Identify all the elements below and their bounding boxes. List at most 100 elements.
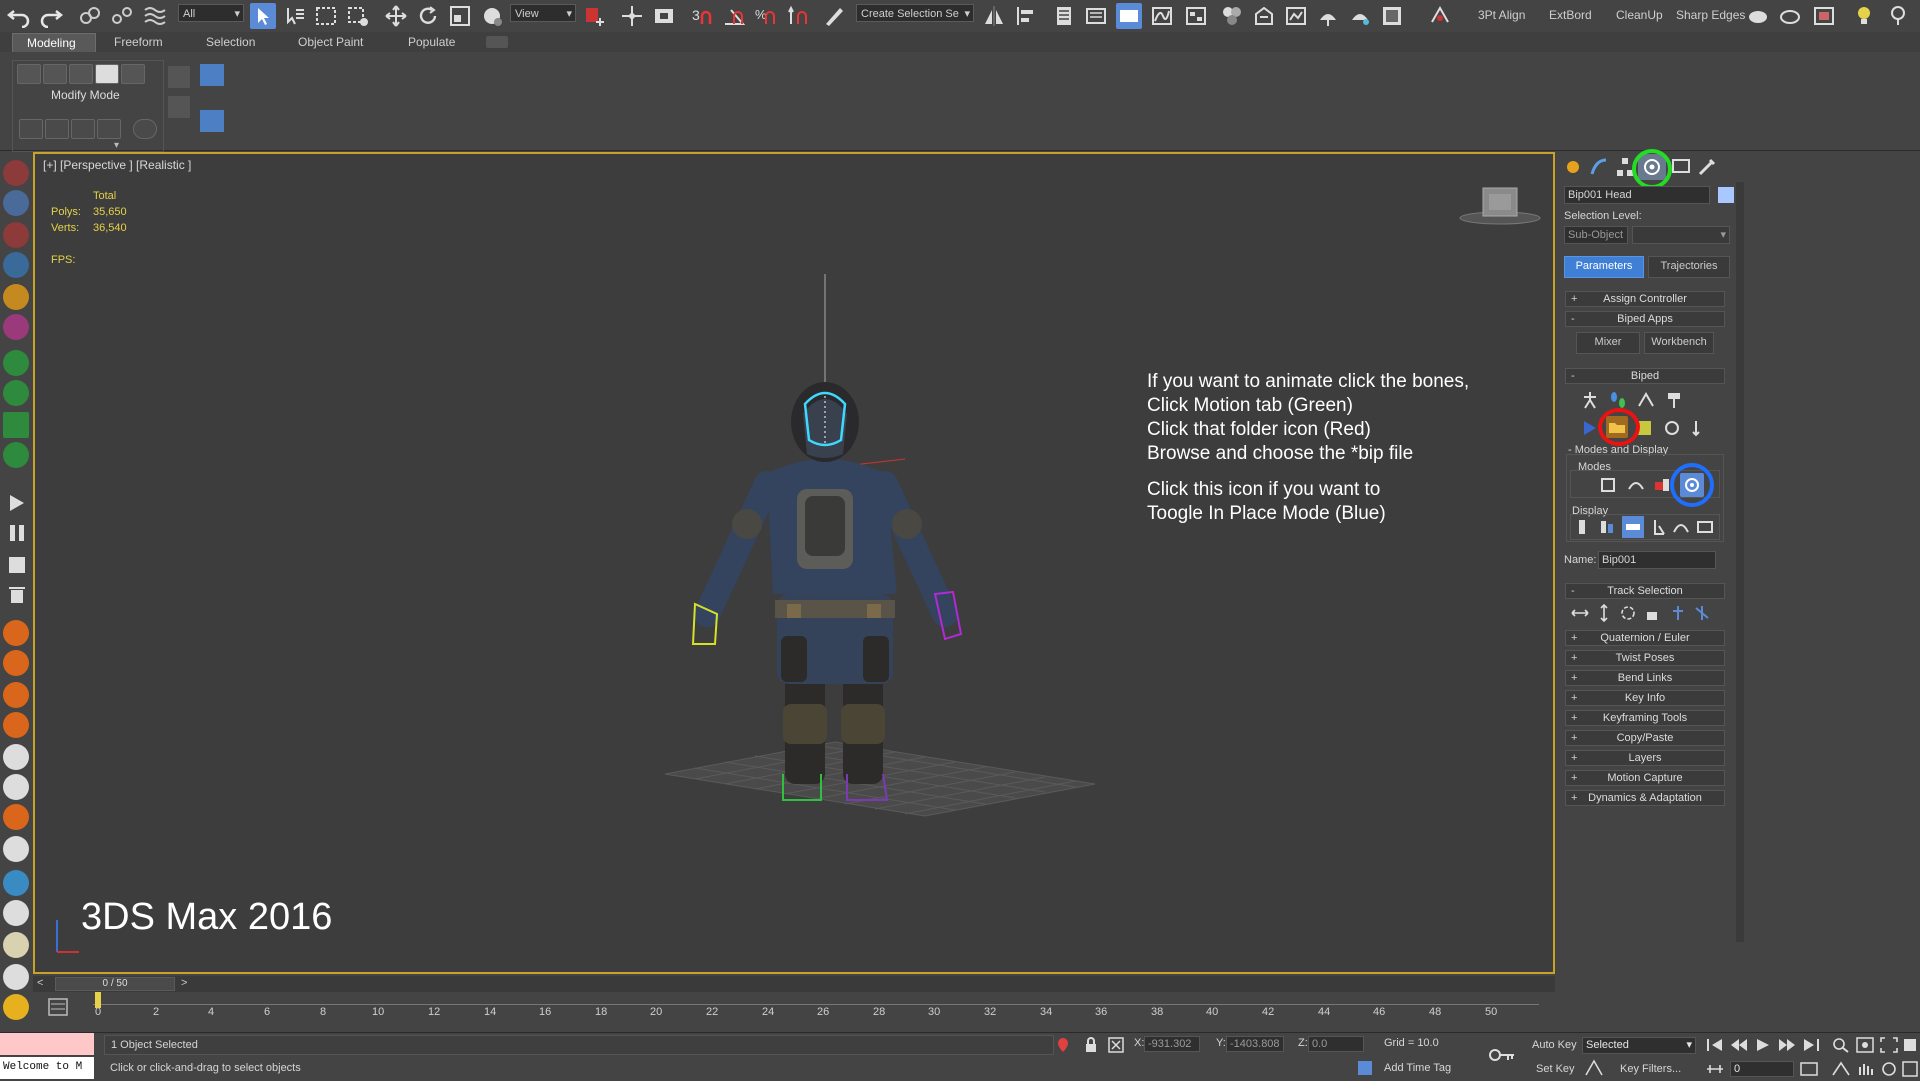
- material-editor-icon[interactable]: [1220, 4, 1244, 31]
- ribbon-side-3-icon[interactable]: [200, 64, 224, 86]
- active-shade-icon[interactable]: [1380, 4, 1404, 31]
- selection-filter-dropdown[interactable]: All ▾: [178, 4, 244, 22]
- selection-lock-icon[interactable]: [1084, 1037, 1098, 1056]
- object-name-field[interactable]: Bip001 Head: [1564, 186, 1710, 204]
- rollout-keyframing-tools[interactable]: + Keyframing Tools: [1565, 710, 1725, 726]
- ribbon-tool-5-icon[interactable]: [133, 119, 157, 139]
- perspective-viewport[interactable]: [+] [Perspective ] [Realistic ] Total Po…: [33, 152, 1555, 974]
- keyboard-shortcut-icon[interactable]: [652, 4, 676, 31]
- select-manipulate-icon[interactable]: [620, 4, 644, 31]
- show-in-front-button[interactable]: [1622, 516, 1644, 538]
- modify-tab-icon[interactable]: [1588, 156, 1610, 181]
- layer-manager-icon[interactable]: [1052, 4, 1076, 31]
- snaps-toggle-icon[interactable]: 3: [690, 4, 714, 31]
- tab-modeling[interactable]: Modeling: [12, 33, 96, 52]
- strip-tool-18-icon[interactable]: [3, 836, 29, 862]
- edit-named-selection-icon[interactable]: [822, 4, 846, 31]
- zoom-extents-all-icon[interactable]: [1902, 1037, 1918, 1056]
- fire-tool-4-icon[interactable]: [3, 712, 29, 738]
- ribbon-tool-4-icon[interactable]: [97, 119, 121, 139]
- select-by-name-icon[interactable]: [282, 4, 306, 31]
- ribbon-tool-3-icon[interactable]: [71, 119, 95, 139]
- workbench-button[interactable]: Workbench: [1644, 332, 1714, 354]
- cloud-outline-icon[interactable]: [1778, 4, 1802, 31]
- strip-tool-4-icon[interactable]: [3, 252, 29, 278]
- y-coordinate-field[interactable]: -1403.808: [1226, 1036, 1284, 1052]
- move-all-mode-icon[interactable]: [1686, 418, 1706, 441]
- align-icon[interactable]: [1014, 4, 1038, 31]
- rollout-motion-capture[interactable]: + Motion Capture: [1565, 770, 1725, 786]
- plugin-sharp-edges-label[interactable]: Sharp Edges: [1676, 8, 1745, 22]
- bind-spacewarp-icon[interactable]: [142, 4, 166, 31]
- orbit-icon[interactable]: [1880, 1061, 1898, 1080]
- display-keys-icon[interactable]: [1696, 518, 1714, 539]
- maxscript-listener-top[interactable]: [0, 1033, 94, 1055]
- ribbon-options-icon[interactable]: [486, 36, 508, 48]
- absolute-mode-icon[interactable]: [1108, 1037, 1124, 1056]
- field-of-view-icon[interactable]: [1832, 1061, 1850, 1080]
- plugin-cleanup-label[interactable]: CleanUp: [1616, 8, 1663, 22]
- rollout-track-selection[interactable]: - Track Selection: [1565, 583, 1725, 599]
- create-tab-icon[interactable]: [1562, 156, 1584, 181]
- strip-tool-7-icon[interactable]: [3, 350, 29, 376]
- render-production-icon[interactable]: [1316, 4, 1340, 31]
- time-slider-next-icon[interactable]: >: [181, 977, 187, 989]
- mixer-button[interactable]: Mixer: [1576, 332, 1640, 354]
- render-setup-icon[interactable]: [1252, 4, 1276, 31]
- body-horizontal-icon[interactable]: [1570, 604, 1590, 625]
- rollout-copy-paste[interactable]: + Copy/Paste: [1565, 730, 1725, 746]
- strip-tool-2-icon[interactable]: [3, 190, 29, 216]
- display-trajectories-icon[interactable]: [1672, 518, 1690, 539]
- sub-object-button[interactable]: Sub-Object: [1564, 226, 1628, 244]
- spinner-snap-icon[interactable]: [786, 4, 810, 31]
- strip-tool-9-icon[interactable]: [3, 412, 29, 438]
- angle-snap-icon[interactable]: [722, 4, 746, 31]
- lock-com-icon[interactable]: [1642, 604, 1662, 625]
- rollout-key-info[interactable]: + Key Info: [1565, 690, 1725, 706]
- buffer-mode-icon[interactable]: [1598, 475, 1618, 498]
- move-icon[interactable]: [384, 4, 408, 31]
- vertex-mode-icon[interactable]: [17, 64, 41, 84]
- time-tag-icon[interactable]: [1358, 1061, 1372, 1075]
- undo-icon[interactable]: [6, 2, 32, 31]
- rollout-layers[interactable]: + Layers: [1565, 750, 1725, 766]
- object-color-swatch[interactable]: [1718, 187, 1734, 203]
- time-configuration-icon[interactable]: [1800, 1062, 1818, 1079]
- scale-icon[interactable]: [448, 4, 472, 31]
- tab-trajectories[interactable]: Trajectories: [1648, 256, 1730, 278]
- biped-name-input[interactable]: Bip001: [1598, 551, 1716, 569]
- rendered-frame-window-icon[interactable]: [1284, 4, 1308, 31]
- strip-tool-6-icon[interactable]: [3, 314, 29, 340]
- biped-playback-icon[interactable]: [1580, 418, 1600, 441]
- rectangular-selection-icon[interactable]: [314, 4, 338, 31]
- track-ruler[interactable]: [93, 996, 1539, 1005]
- plugin-extbord-label[interactable]: ExtBord: [1549, 8, 1592, 22]
- percent-snap-icon[interactable]: %: [754, 4, 778, 31]
- display-objects-icon[interactable]: [1574, 518, 1592, 539]
- link-icon[interactable]: [78, 4, 102, 31]
- add-time-tag[interactable]: Add Time Tag: [1384, 1062, 1451, 1074]
- pause-icon[interactable]: [8, 524, 26, 545]
- curve-editor-icon[interactable]: [1150, 4, 1174, 31]
- viewport-label[interactable]: [+] [Perspective ] [Realistic ]: [43, 158, 191, 172]
- current-frame-field[interactable]: 0: [1730, 1061, 1794, 1077]
- strip-tool-21-icon[interactable]: [3, 932, 29, 958]
- redo-icon[interactable]: [38, 2, 64, 31]
- stop-icon[interactable]: [8, 556, 26, 577]
- display-footsteps-icon[interactable]: [1598, 518, 1616, 539]
- auto-key-button[interactable]: Auto Key: [1532, 1039, 1577, 1051]
- set-key-button[interactable]: Set Key: [1536, 1063, 1575, 1075]
- maxscript-listener[interactable]: Welcome to M: [0, 1057, 94, 1079]
- symmetrical-icon[interactable]: [1668, 604, 1688, 625]
- pivot-center-icon[interactable]: [582, 4, 606, 31]
- pan-view-icon[interactable]: [1856, 1061, 1874, 1080]
- rollout-biped-apps[interactable]: - Biped Apps: [1565, 311, 1725, 327]
- strip-tool-1-icon[interactable]: [3, 160, 29, 186]
- polygon-mode-icon[interactable]: [95, 64, 119, 84]
- rollout-bend-links[interactable]: + Bend Links: [1565, 670, 1725, 686]
- time-slider-prev-icon[interactable]: <: [37, 977, 43, 989]
- scale-stride-mode-icon[interactable]: [1652, 475, 1672, 498]
- tab-selection[interactable]: Selection: [192, 33, 269, 51]
- render-window-icon[interactable]: [1812, 4, 1836, 31]
- body-vertical-icon[interactable]: [1594, 603, 1614, 625]
